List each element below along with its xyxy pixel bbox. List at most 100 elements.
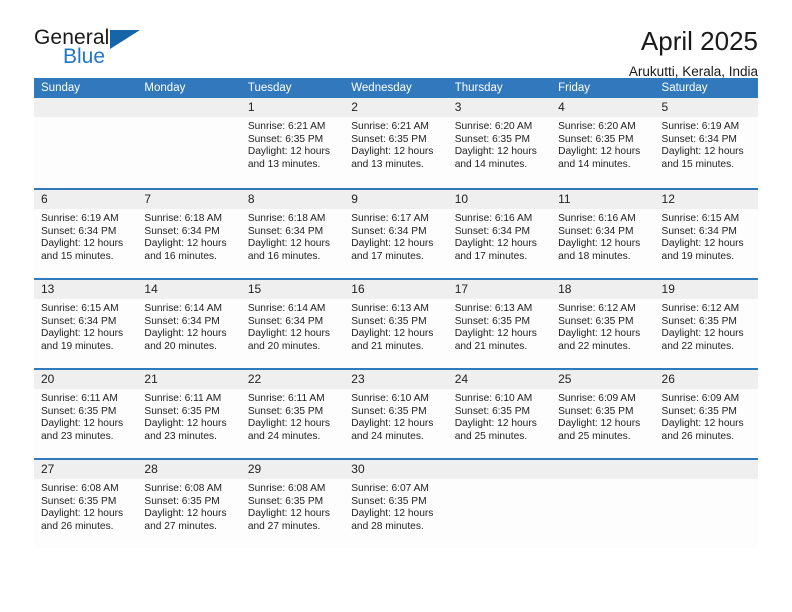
daylight-text: Daylight: 12 hours and 25 minutes. xyxy=(558,418,641,442)
daylight-text: Daylight: 12 hours and 22 minutes. xyxy=(661,328,744,352)
day-number: 5 xyxy=(654,98,758,117)
sunrise-text: Sunrise: 6:14 AM xyxy=(247,303,326,314)
general-blue-logo[interactable]: General Blue xyxy=(34,26,152,74)
day-number: 26 xyxy=(654,370,758,389)
day-sun-info: Sunrise: 6:07 AM Sunset: 6:35 PM Daylight:… xyxy=(344,479,447,533)
weekday-header-saturday: Saturday xyxy=(661,82,708,94)
sunrise-text: Sunrise: 6:13 AM xyxy=(454,303,533,314)
calendar-day-cell[interactable]: 23 Sunrise: 6:10 AM Sunset: 6:35 PM Dayligh… xyxy=(344,370,448,458)
day-sun-info: Sunrise: 6:16 AM Sunset: 6:34 PM Daylight:… xyxy=(551,209,654,263)
day-number: 17 xyxy=(447,280,552,299)
day-number: 1 xyxy=(240,98,345,117)
calendar-week-row: 20 Sunrise: 6:11 AM Sunset: 6:35 PM Dayligh… xyxy=(34,368,758,458)
sunset-text: Sunset: 6:34 PM xyxy=(247,315,324,327)
calendar-day-cell[interactable]: 22 Sunrise: 6:11 AM Sunset: 6:35 PM Dayligh… xyxy=(240,370,345,458)
daylight-text: Daylight: 12 hours and 25 minutes. xyxy=(454,418,537,442)
sunset-text: Sunset: 6:35 PM xyxy=(247,133,324,145)
daylight-text: Daylight: 12 hours and 23 minutes. xyxy=(144,418,227,442)
calendar-day-cell[interactable]: 28 Sunrise: 6:08 AM Sunset: 6:35 PM Dayligh… xyxy=(137,460,241,548)
sunset-text: Sunset: 6:35 PM xyxy=(41,495,117,507)
day-sun-info: Sunrise: 6:21 AM Sunset: 6:35 PM Daylight:… xyxy=(241,117,344,171)
day-number: 7 xyxy=(137,190,241,209)
calendar-day-cell[interactable]: 15 Sunrise: 6:14 AM Sunset: 6:34 PM Dayligh… xyxy=(240,280,345,368)
daylight-text: Daylight: 12 hours and 16 minutes. xyxy=(247,238,330,262)
day-sun-info: Sunrise: 6:08 AM Sunset: 6:35 PM Daylight:… xyxy=(34,479,137,533)
sunset-text: Sunset: 6:35 PM xyxy=(454,315,531,327)
calendar-day-cell-empty xyxy=(551,460,655,548)
sunset-text: Sunset: 6:35 PM xyxy=(351,133,427,145)
sunrise-text: Sunrise: 6:08 AM xyxy=(144,483,223,494)
sunset-text: Sunset: 6:34 PM xyxy=(558,225,634,237)
daylight-text: Daylight: 12 hours and 21 minutes. xyxy=(351,328,434,352)
sunset-text: Sunset: 6:35 PM xyxy=(41,405,117,417)
sunrise-text: Sunrise: 6:08 AM xyxy=(247,483,326,494)
daylight-text: Daylight: 12 hours and 13 minutes. xyxy=(351,146,434,170)
sunrise-text: Sunrise: 6:10 AM xyxy=(351,393,429,404)
calendar-day-cell[interactable]: 20 Sunrise: 6:11 AM Sunset: 6:35 PM Dayligh… xyxy=(34,370,138,458)
calendar-day-cell[interactable]: 8 Sunrise: 6:18 AM Sunset: 6:34 PM Daylight… xyxy=(240,190,345,278)
day-sun-info: Sunrise: 6:21 AM Sunset: 6:35 PM Daylight:… xyxy=(344,117,447,171)
day-sun-info: Sunrise: 6:10 AM Sunset: 6:35 PM Daylight:… xyxy=(344,389,447,443)
title-block: April 2025 Arukutti, Kerala, India xyxy=(629,26,758,82)
sunrise-text: Sunrise: 6:11 AM xyxy=(144,393,222,404)
sunset-text: Sunset: 6:34 PM xyxy=(351,225,427,237)
calendar-day-cell-empty xyxy=(447,460,552,548)
sunset-text: Sunset: 6:35 PM xyxy=(351,495,427,507)
sunset-text: Sunset: 6:35 PM xyxy=(558,315,634,327)
calendar-day-cell[interactable]: 25 Sunrise: 6:09 AM Sunset: 6:35 PM Dayligh… xyxy=(551,370,655,458)
daylight-text: Daylight: 12 hours and 14 minutes. xyxy=(558,146,641,170)
calendar-day-cell[interactable]: 14 Sunrise: 6:14 AM Sunset: 6:34 PM Dayligh… xyxy=(137,280,241,368)
calendar-day-cell[interactable]: 16 Sunrise: 6:13 AM Sunset: 6:35 PM Dayligh… xyxy=(344,280,448,368)
day-number: 10 xyxy=(447,190,552,209)
daylight-text: Daylight: 12 hours and 22 minutes. xyxy=(558,328,641,352)
calendar-day-cell[interactable]: 21 Sunrise: 6:11 AM Sunset: 6:35 PM Dayligh… xyxy=(137,370,241,458)
calendar-day-cell[interactable]: 13 Sunrise: 6:15 AM Sunset: 6:34 PM Dayligh… xyxy=(34,280,138,368)
calendar-day-cell[interactable]: 29 Sunrise: 6:08 AM Sunset: 6:35 PM Dayligh… xyxy=(240,460,345,548)
sunrise-text: Sunrise: 6:11 AM xyxy=(247,393,325,404)
calendar-day-cell[interactable]: 30 Sunrise: 6:07 AM Sunset: 6:35 PM Dayligh… xyxy=(344,460,448,548)
day-number: 27 xyxy=(34,460,138,479)
day-sun-info: Sunrise: 6:18 AM Sunset: 6:34 PM Daylight:… xyxy=(137,209,240,263)
sunrise-text: Sunrise: 6:09 AM xyxy=(661,393,740,404)
calendar-day-cell[interactable]: 12 Sunrise: 6:15 AM Sunset: 6:34 PM Dayligh… xyxy=(654,190,758,278)
sunrise-text: Sunrise: 6:21 AM xyxy=(247,121,326,132)
calendar-day-cell[interactable]: 4 Sunrise: 6:20 AM Sunset: 6:35 PM Daylight… xyxy=(551,98,655,188)
sunrise-text: Sunrise: 6:10 AM xyxy=(454,393,533,404)
sunrise-text: Sunrise: 6:21 AM xyxy=(351,121,429,132)
calendar-day-cell[interactable]: 1 Sunrise: 6:21 AM Sunset: 6:35 PM Daylight… xyxy=(240,98,345,188)
daylight-text: Daylight: 12 hours and 27 minutes. xyxy=(247,508,330,532)
day-sun-info: Sunrise: 6:08 AM Sunset: 6:35 PM Daylight:… xyxy=(137,479,240,533)
sunset-text: Sunset: 6:35 PM xyxy=(454,405,531,417)
calendar-day-cell[interactable]: 3 Sunrise: 6:20 AM Sunset: 6:35 PM Daylight… xyxy=(447,98,552,188)
calendar-day-cell[interactable]: 6 Sunrise: 6:19 AM Sunset: 6:34 PM Daylight… xyxy=(34,190,138,278)
calendar-day-cell[interactable]: 7 Sunrise: 6:18 AM Sunset: 6:34 PM Daylight… xyxy=(137,190,241,278)
day-number: 16 xyxy=(344,280,448,299)
sunset-text: Sunset: 6:35 PM xyxy=(247,495,324,507)
day-sun-info: Sunrise: 6:11 AM Sunset: 6:35 PM Daylight:… xyxy=(137,389,240,443)
sunset-text: Sunset: 6:34 PM xyxy=(454,225,531,237)
daylight-text: Daylight: 12 hours and 26 minutes. xyxy=(661,418,744,442)
sunrise-text: Sunrise: 6:18 AM xyxy=(247,213,326,224)
calendar-day-cell[interactable]: 27 Sunrise: 6:08 AM Sunset: 6:35 PM Dayligh… xyxy=(34,460,138,548)
calendar-day-cell[interactable]: 19 Sunrise: 6:12 AM Sunset: 6:35 PM Dayligh… xyxy=(654,280,758,368)
calendar-day-cell[interactable]: 9 Sunrise: 6:17 AM Sunset: 6:34 PM Daylight… xyxy=(344,190,448,278)
day-sun-info: Sunrise: 6:14 AM Sunset: 6:34 PM Daylight:… xyxy=(241,299,344,353)
calendar-day-cell[interactable]: 5 Sunrise: 6:19 AM Sunset: 6:34 PM Daylight… xyxy=(654,98,758,188)
sunrise-text: Sunrise: 6:16 AM xyxy=(454,213,533,224)
calendar-day-cell[interactable]: 11 Sunrise: 6:16 AM Sunset: 6:34 PM Dayligh… xyxy=(551,190,655,278)
calendar-day-cell[interactable]: 24 Sunrise: 6:10 AM Sunset: 6:35 PM Dayligh… xyxy=(447,370,552,458)
sunset-text: Sunset: 6:34 PM xyxy=(144,225,220,237)
calendar-day-cell[interactable]: 26 Sunrise: 6:09 AM Sunset: 6:35 PM Dayligh… xyxy=(654,370,758,458)
day-number: 23 xyxy=(344,370,448,389)
day-number: 8 xyxy=(240,190,345,209)
calendar-day-cell[interactable]: 17 Sunrise: 6:13 AM Sunset: 6:35 PM Dayligh… xyxy=(447,280,552,368)
day-number: 28 xyxy=(137,460,241,479)
day-sun-info: Sunrise: 6:20 AM Sunset: 6:35 PM Daylight:… xyxy=(448,117,551,171)
day-sun-info: Sunrise: 6:13 AM Sunset: 6:35 PM Daylight:… xyxy=(344,299,447,353)
calendar-day-cell[interactable]: 2 Sunrise: 6:21 AM Sunset: 6:35 PM Daylight… xyxy=(344,98,448,188)
calendar-day-cell[interactable]: 10 Sunrise: 6:16 AM Sunset: 6:34 PM Dayligh… xyxy=(447,190,552,278)
day-sun-info: Sunrise: 6:19 AM Sunset: 6:34 PM Daylight:… xyxy=(34,209,137,263)
calendar-day-cell[interactable]: 18 Sunrise: 6:12 AM Sunset: 6:35 PM Dayligh… xyxy=(551,280,655,368)
day-number: 29 xyxy=(240,460,345,479)
sunrise-text: Sunrise: 6:08 AM xyxy=(41,483,119,494)
